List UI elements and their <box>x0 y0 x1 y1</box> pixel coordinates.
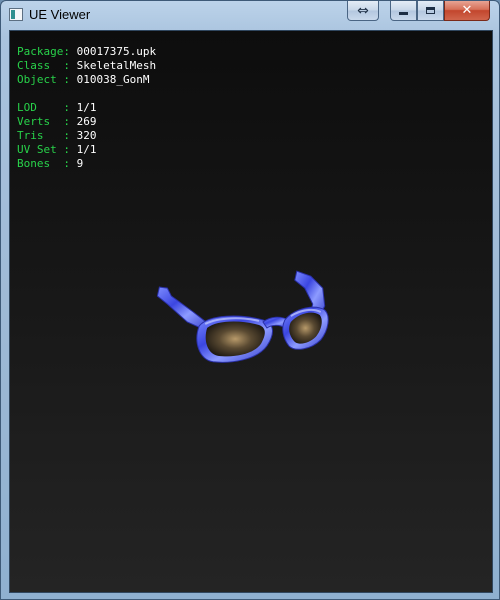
close-button[interactable]: ✕ <box>444 1 490 21</box>
sunglasses-model <box>156 270 329 363</box>
app-window: UE Viewer ⇔ ✕ Package: 00017375.upk Clas… <box>0 0 500 600</box>
window-title: UE Viewer <box>29 7 91 22</box>
swap-arrows-icon: ⇔ <box>357 2 369 19</box>
app-icon <box>9 8 23 21</box>
maximize-icon <box>426 7 435 14</box>
maximize-button[interactable] <box>417 1 444 21</box>
swap-button[interactable]: ⇔ <box>347 1 379 21</box>
render-viewport[interactable]: Package: 00017375.upk Class : SkeletalMe… <box>9 30 493 593</box>
close-icon: ✕ <box>461 3 473 18</box>
title-bar[interactable]: UE Viewer ⇔ ✕ <box>1 1 499 29</box>
minimize-icon <box>399 12 408 15</box>
minimize-button[interactable] <box>390 1 417 21</box>
